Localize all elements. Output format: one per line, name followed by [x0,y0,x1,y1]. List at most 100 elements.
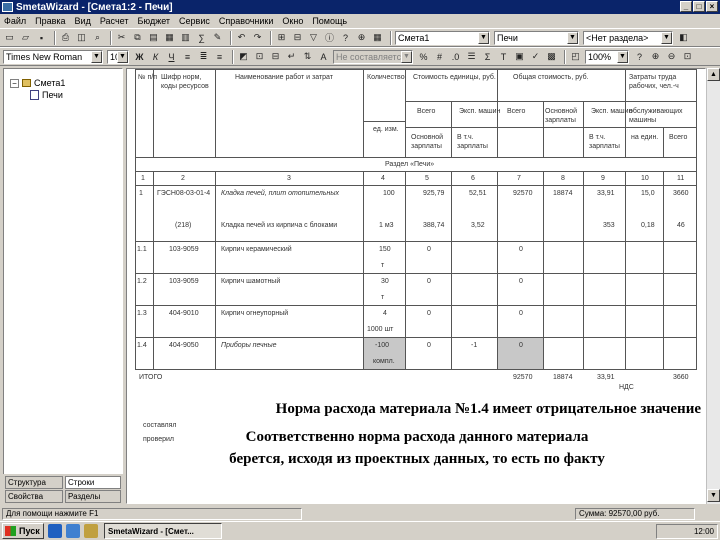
sort-icon[interactable]: ⇅ [301,50,314,63]
table-row[interactable]: 1.4 [137,341,147,350]
table-cell[interactable]: 18874 [553,189,572,198]
table-cell[interactable]: 92570 [513,189,532,198]
table-cell[interactable]: 404-9050 [169,341,199,350]
table-cell[interactable]: ГЭСН08-03-01-4 [157,189,210,198]
lines-icon[interactable]: ☰ [465,50,478,63]
text-icon[interactable]: T [497,50,510,63]
underline-icon[interactable]: Ч [165,50,178,63]
table-cell[interactable]: 3,52 [471,221,485,230]
table-row[interactable]: 1.1 [137,245,147,254]
insert-row-icon[interactable]: ⊞ [275,31,288,44]
table-cell[interactable]: 30 [381,277,389,286]
align-right-icon[interactable]: ≡ [213,50,226,63]
table-cell[interactable]: 353 [603,221,615,230]
table-row[interactable]: 1.3 [137,309,147,318]
table-row[interactable]: 1.2 [137,277,147,286]
scroll-down-icon[interactable]: ▼ [707,489,720,502]
table-cell[interactable]: 0 [427,309,431,318]
table-cell[interactable]: Кирпич керамический [221,245,292,254]
table-cell[interactable]: (218) [175,221,191,230]
table-cell[interactable]: 0 [519,309,523,318]
table-cell[interactable]: 0 [427,277,431,286]
sum-icon[interactable]: Σ [481,50,494,63]
delete-row-icon[interactable]: ⊟ [291,31,304,44]
redo-icon[interactable]: ↷ [251,31,264,44]
menu-file[interactable]: Файл [4,16,26,26]
section-combo[interactable]: Печи ▼ [494,30,579,45]
chevron-down-icon[interactable]: ▼ [478,31,489,44]
fit-icon[interactable]: ⊡ [681,50,694,63]
vertical-scrollbar[interactable]: ▲ ▼ [706,68,720,504]
search-icon[interactable]: ⌕ [91,31,104,44]
align-left-icon[interactable]: ≡ [181,50,194,63]
tool-icon[interactable]: ✎ [211,31,224,44]
table-cell[interactable]: 46 [677,221,685,230]
table-cell[interactable]: 0 [427,341,431,350]
tab-properties[interactable]: Свойства [5,490,63,503]
tab-structure[interactable]: Структура [5,476,63,489]
filter-icon[interactable]: ▽ [307,31,320,44]
menu-view[interactable]: Вид [75,16,91,26]
new-file-icon[interactable]: ▭ [3,31,16,44]
task-smetawizard[interactable]: SmetaWizard - [Смет... [104,523,222,539]
chapter-combo[interactable]: <Нет раздела> ▼ [583,30,673,45]
italic-icon[interactable]: К [149,50,162,63]
grid-icon[interactable]: ▦ [371,31,384,44]
percent-icon[interactable]: % [417,50,430,63]
tab-sections[interactable]: Разделы [65,490,121,503]
start-button[interactable]: Пуск [2,523,44,539]
menu-edit[interactable]: Правка [35,16,65,26]
style-combo[interactable]: Не составляется_ме▼ [333,49,413,64]
table-cell[interactable]: Приборы печные [221,341,277,350]
folder-icon[interactable] [84,524,98,538]
table-cell[interactable]: 925,79 [423,189,444,198]
tab-rows[interactable]: Строки [65,476,121,489]
zoom-combo[interactable]: 100% ▼ [585,49,629,64]
paste-icon[interactable]: ▤ [147,31,160,44]
bold-icon[interactable]: Ж [133,50,146,63]
tree-item-section[interactable]: Печи [10,89,122,101]
wrap-icon[interactable]: ↵ [285,50,298,63]
table-cell[interactable]: 0 [519,277,523,286]
table-cell[interactable]: 100 [383,189,395,198]
chevron-down-icon[interactable]: ▼ [91,50,102,63]
format-number-icon[interactable]: # [433,50,446,63]
table-cell[interactable]: 0 [519,341,523,350]
font-combo[interactable]: Times New Roman ▼ [3,49,103,64]
table-cell[interactable]: 150 [379,245,391,254]
table-cell[interactable]: 103-9059 [169,277,199,286]
format-icon[interactable]: ▦ [163,31,176,44]
table-icon[interactable]: ▥ [179,31,192,44]
table-cell[interactable]: 52,51 [469,189,487,198]
desktop-icon[interactable] [66,524,80,538]
undo-icon[interactable]: ↶ [235,31,248,44]
preview-icon[interactable]: ◰ [569,50,582,63]
zoom-in-icon[interactable]: ⊕ [649,50,662,63]
table-cell[interactable]: Кладка печей, плит отопительных [221,189,339,198]
nav-icon[interactable]: ◧ [677,31,690,44]
zoom-icon[interactable]: ⊕ [355,31,368,44]
negative-norm-cell[interactable]: -100 [375,341,389,350]
maximize-button[interactable]: □ [693,1,705,12]
chevron-down-icon[interactable]: ▼ [661,31,672,44]
table-cell[interactable]: Кирпич шамотный [221,277,280,286]
zoom-out-icon[interactable]: ⊖ [665,50,678,63]
table-cell[interactable]: 15,0 [641,189,655,198]
estimate-combo[interactable]: Смета1 ▼ [395,30,490,45]
copy-icon[interactable]: ⧉ [131,31,144,44]
menu-reference[interactable]: Справочники [219,16,274,26]
question-icon[interactable]: ? [633,50,646,63]
menu-budget[interactable]: Бюджет [137,16,170,26]
font-size-combo[interactable]: 10 ▼ [107,49,129,64]
print-preview-icon[interactable]: ◫ [75,31,88,44]
table-row[interactable]: 1 [139,189,143,198]
table-cell[interactable]: -1 [471,341,477,350]
table-cell[interactable]: 388,74 [423,221,444,230]
save-icon[interactable]: ▪ [35,31,48,44]
chevron-down-icon[interactable]: ▼ [401,50,412,63]
minimize-button[interactable]: _ [680,1,692,12]
clock[interactable]: 12:00 [694,527,714,536]
table-cell[interactable]: 103-9059 [169,245,199,254]
table-cell[interactable]: 0 [427,245,431,254]
calculator-icon[interactable]: ▩ [545,50,558,63]
